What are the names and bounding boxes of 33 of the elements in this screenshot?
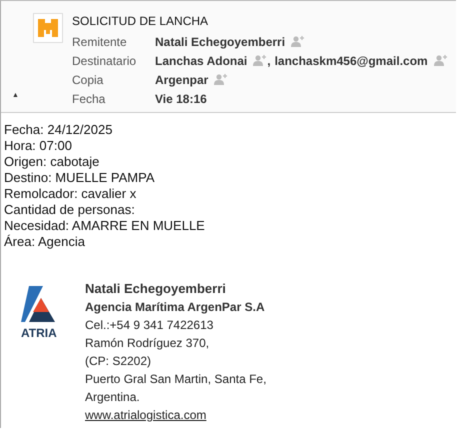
signature-line: (CP: S2202) <box>85 353 152 370</box>
message-line: Necesidad: AMARRE EN MUELLE <box>4 218 206 234</box>
signature-name: Natali Echegoyemberri <box>85 280 227 298</box>
add-contact-icon[interactable] <box>434 55 448 66</box>
message-line: Destino: MUELLE PAMPA <box>4 170 156 186</box>
company-name: Agencia Marítima ArgenPar S.A <box>85 299 266 316</box>
separator: , <box>267 54 271 68</box>
contact-name[interactable]: Argenpar <box>155 72 208 86</box>
field-value: Vie 18:16 <box>155 92 207 106</box>
field-label: Fecha <box>72 92 106 106</box>
app-logo-icon <box>33 13 63 43</box>
contact-name[interactable]: Lanchas Adonai <box>155 54 248 68</box>
signature-line: Cel.:+54 9 341 7422613 <box>85 317 214 334</box>
signature-line: Puerto Gral San Martin, Santa Fe, <box>85 371 266 388</box>
message-line: Hora: 07:00 <box>4 138 73 154</box>
signature-line: Ramón Rodríguez 370, <box>85 335 210 352</box>
message-line: Origen: cabotaje <box>4 154 100 170</box>
contact-name[interactable]: Natali Echegoyemberri <box>155 34 286 48</box>
email-subject: SOLICITUD DE LANCHA <box>72 13 210 30</box>
signature-line: Argentina. <box>85 389 141 406</box>
add-contact-icon[interactable] <box>291 36 306 47</box>
add-contact-icon[interactable] <box>253 55 268 66</box>
website-link[interactable]: www.atrialogistica.com <box>85 408 206 422</box>
field-label: Copia <box>72 72 104 86</box>
logo-text: ATRIA <box>21 326 57 340</box>
add-contact-icon[interactable] <box>214 74 228 85</box>
field-label: Remitente <box>72 34 128 48</box>
contact-name[interactable]: lanchaskm456@gmail.com <box>274 54 428 68</box>
field-label: Destinatario <box>72 54 138 68</box>
message-line: Fecha: 24/12/2025 <box>4 122 114 138</box>
message-line: Área: Agencia <box>4 234 86 250</box>
message-line: Cantidad de personas: <box>4 202 136 218</box>
message-line: Remolcador: cavalier x <box>4 186 138 202</box>
